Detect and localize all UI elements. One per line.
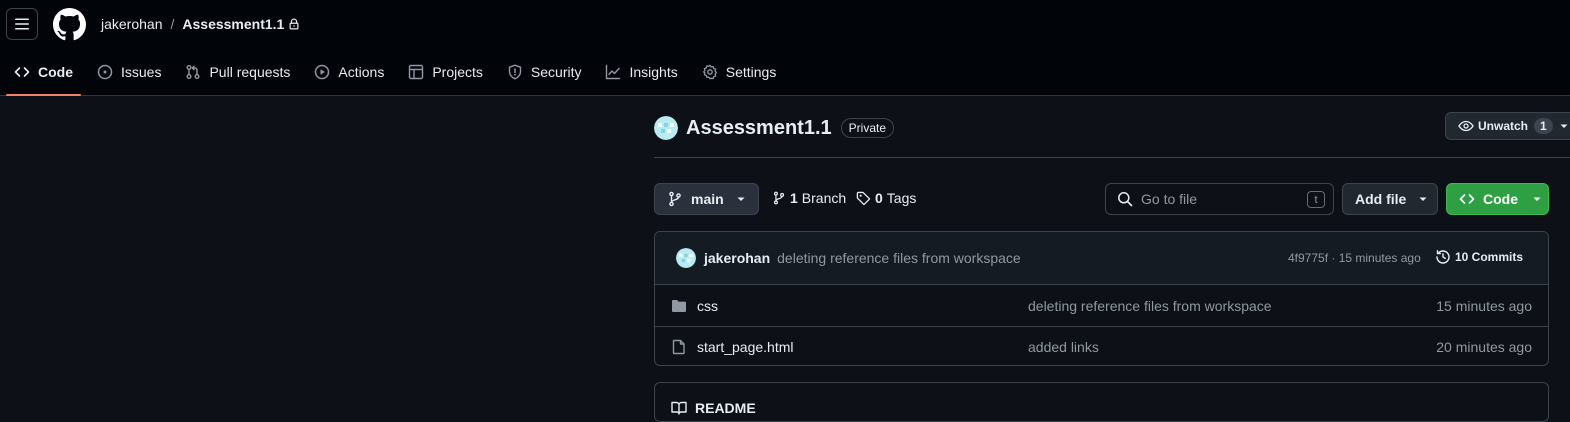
tab-code-label: Code <box>38 64 73 80</box>
search-icon <box>1118 192 1133 207</box>
tab-pull-requests-label: Pull requests <box>209 64 291 80</box>
folder-icon <box>672 299 686 312</box>
branches-link[interactable]: 1 Branch <box>772 190 846 206</box>
tab-projects-label: Projects <box>432 64 483 80</box>
readme-tab[interactable]: README <box>671 400 756 416</box>
book-icon <box>671 401 687 415</box>
unwatch-label: Unwatch <box>1478 119 1529 133</box>
file-list: jakerohan deleting reference files from … <box>654 231 1549 366</box>
tab-issues-label: Issues <box>121 64 162 80</box>
readme-panel: README <box>654 382 1549 422</box>
repo-tabs: Code Issues Pull requests Actions Projec… <box>6 48 792 96</box>
tab-actions[interactable]: Actions <box>306 48 392 96</box>
commits-count: 10 Commits <box>1455 250 1524 264</box>
branch-icon <box>773 191 785 205</box>
commits-history-link[interactable]: 10 Commits <box>1435 249 1523 265</box>
list-item[interactable]: css deleting reference files from worksp… <box>655 285 1548 326</box>
chevron-down-icon <box>737 197 745 201</box>
tab-code[interactable]: Code <box>6 48 81 96</box>
divider <box>654 157 1570 158</box>
gear-icon <box>702 64 717 80</box>
file-age: 15 minutes ago <box>1436 297 1532 314</box>
tab-security-label: Security <box>530 64 582 80</box>
go-to-file-search[interactable]: t <box>1105 183 1334 215</box>
file-commit-message[interactable]: added links <box>1028 339 1099 355</box>
tab-insights-label: Insights <box>629 64 678 80</box>
repo-name: Assessment1.1 <box>686 116 832 139</box>
search-input[interactable] <box>1141 191 1301 207</box>
code-dropdown-button[interactable]: Code <box>1446 183 1549 215</box>
branch-count: 1 <box>790 190 798 206</box>
play-icon <box>315 64 330 80</box>
visibility-badge: Private <box>840 118 895 138</box>
graph-icon <box>606 64 621 80</box>
readme-label: README <box>695 400 756 416</box>
tab-issues[interactable]: Issues <box>89 48 169 96</box>
keyboard-shortcut-hint: t <box>1307 191 1325 208</box>
list-item[interactable]: start_page.html added links 20 minutes a… <box>655 326 1548 365</box>
code-icon <box>1459 194 1475 204</box>
file-commit-message[interactable]: deleting reference files from workspace <box>1028 298 1272 314</box>
hamburger-icon <box>15 18 29 30</box>
repo-header-bar: jakerohan / Assessment1.1 Code Issues Pu… <box>0 0 1570 96</box>
repo-link[interactable]: Assessment1.1 <box>182 15 284 33</box>
tag-icon <box>856 191 871 205</box>
tag-count-label: Tags <box>886 190 917 206</box>
avatar <box>654 116 678 140</box>
file-icon <box>672 339 685 355</box>
tab-projects[interactable]: Projects <box>400 48 491 96</box>
commit-message[interactable]: deleting reference files from workspace <box>777 250 1021 266</box>
branch-name: main <box>691 191 724 207</box>
owner-link[interactable]: jakerohan <box>101 15 163 33</box>
menu-button[interactable] <box>6 8 38 40</box>
chevron-down-icon <box>1533 197 1541 201</box>
code-button-label: Code <box>1483 191 1518 207</box>
tab-actions-label: Actions <box>338 64 385 80</box>
shield-icon <box>508 64 522 80</box>
issue-icon <box>97 64 113 80</box>
add-file-button[interactable]: Add file <box>1342 183 1438 215</box>
chevron-down-icon <box>1419 197 1427 201</box>
file-age: 20 minutes ago <box>1436 339 1532 355</box>
tab-security[interactable]: Security <box>499 48 590 96</box>
tags-link[interactable]: 0 Tags <box>856 190 916 206</box>
branch-count-label: Branch <box>801 190 847 206</box>
pull-request-icon <box>186 65 200 79</box>
unwatch-button[interactable]: Unwatch 1 <box>1445 112 1570 140</box>
eye-icon <box>1458 118 1474 134</box>
lock-icon <box>288 18 300 30</box>
github-logo-icon[interactable] <box>53 8 86 41</box>
tab-settings-label: Settings <box>725 64 777 80</box>
branch-icon <box>669 191 681 207</box>
commit-author[interactable]: jakerohan <box>704 250 770 266</box>
table-icon <box>409 64 424 80</box>
top-bar: jakerohan / Assessment1.1 <box>0 0 1570 48</box>
tab-settings[interactable]: Settings <box>694 48 785 96</box>
watch-count: 1 <box>1534 118 1553 134</box>
tag-count: 0 <box>875 190 883 206</box>
breadcrumb: jakerohan / Assessment1.1 <box>101 15 300 33</box>
breadcrumb-separator: / <box>170 16 175 32</box>
code-icon <box>14 67 30 77</box>
commit-meta[interactable]: 4f9775f · 15 minutes ago <box>1288 251 1421 265</box>
history-icon <box>1436 250 1450 264</box>
repo-title: Assessment1.1 Private <box>654 114 895 142</box>
branch-select-button[interactable]: main <box>654 183 759 215</box>
chevron-down-icon <box>1559 121 1569 131</box>
file-name[interactable]: css <box>697 298 718 314</box>
file-name[interactable]: start_page.html <box>697 339 794 355</box>
tab-insights[interactable]: Insights <box>597 48 685 96</box>
latest-commit-row: jakerohan deleting reference files from … <box>655 232 1548 285</box>
avatar[interactable] <box>676 248 696 268</box>
tab-pull-requests[interactable]: Pull requests <box>177 48 298 96</box>
add-file-label: Add file <box>1355 191 1407 207</box>
